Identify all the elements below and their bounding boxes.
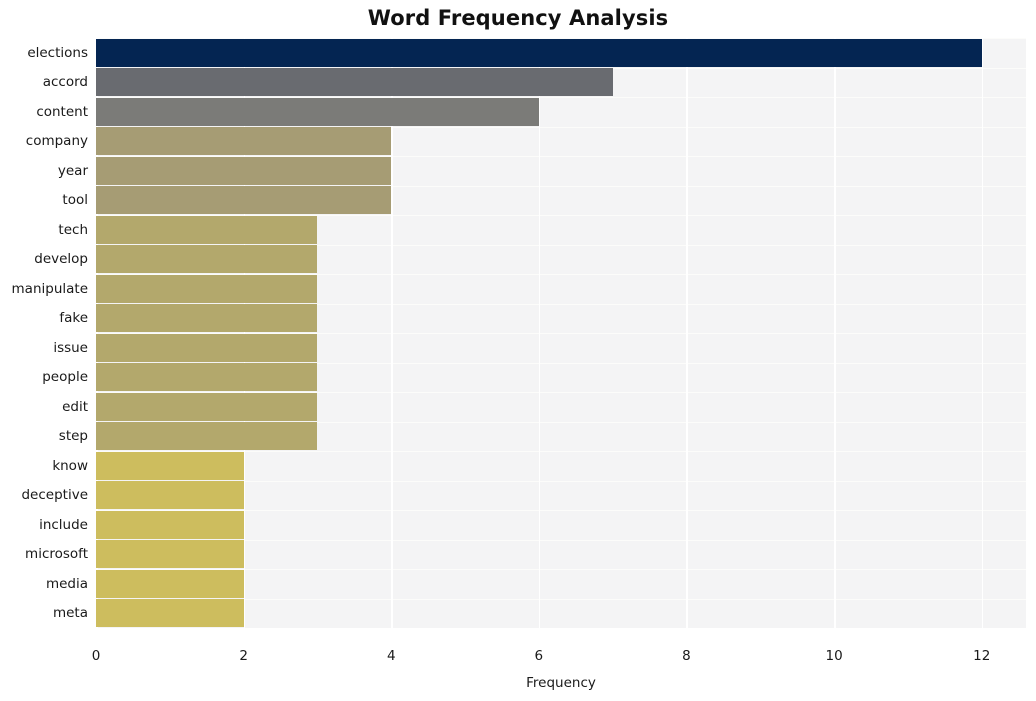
bar bbox=[96, 215, 318, 244]
y-axis-tick-label: fake bbox=[59, 310, 88, 327]
y-axis-tick-label: content bbox=[36, 103, 88, 120]
bar bbox=[96, 97, 539, 126]
bar bbox=[96, 451, 244, 480]
bar bbox=[96, 127, 392, 156]
x-axis-tick-label: 0 bbox=[91, 648, 101, 664]
bar bbox=[96, 363, 318, 392]
bar bbox=[96, 540, 244, 569]
bar bbox=[96, 245, 318, 274]
bar bbox=[96, 304, 318, 333]
gridline-vertical bbox=[834, 38, 836, 628]
bar bbox=[96, 274, 318, 303]
y-axis-tick-label: deceptive bbox=[21, 487, 88, 504]
plot-area bbox=[96, 38, 1026, 628]
bar bbox=[96, 510, 244, 539]
y-axis-tick-label: issue bbox=[53, 339, 88, 356]
bar bbox=[96, 68, 613, 97]
bar bbox=[96, 422, 318, 451]
x-axis-tick-label: 6 bbox=[534, 648, 544, 664]
bar bbox=[96, 392, 318, 421]
x-axis-title: Frequency bbox=[526, 675, 596, 691]
gridline-vertical bbox=[538, 38, 541, 628]
gridline-vertical bbox=[391, 38, 393, 628]
gridline-vertical bbox=[981, 38, 984, 628]
chart-title: Word Frequency Analysis bbox=[367, 6, 669, 30]
y-axis-tick-label: elections bbox=[27, 44, 88, 61]
bar bbox=[96, 569, 244, 598]
x-axis-tick-label: 4 bbox=[386, 648, 396, 664]
chart-figure: Word Frequency Analysis elections accord c… bbox=[0, 0, 1036, 701]
y-axis-tick-label: tool bbox=[62, 192, 88, 209]
y-axis-tick-label: step bbox=[58, 428, 88, 445]
y-axis-tick-label: accord bbox=[42, 74, 88, 91]
bar bbox=[96, 156, 392, 185]
y-axis-tick-label: include bbox=[39, 516, 88, 533]
y-axis-tick-label: year bbox=[57, 162, 88, 179]
x-axis-tick-label: 8 bbox=[682, 648, 691, 664]
y-axis-tick-label: people bbox=[42, 369, 88, 386]
y-axis-labels: elections accord content company year tool tec… bbox=[0, 38, 88, 628]
y-axis-tick-label: meta bbox=[52, 605, 88, 622]
bar bbox=[96, 333, 318, 362]
y-axis-tick-label: edit bbox=[62, 398, 88, 415]
y-axis-tick-label: company bbox=[25, 133, 88, 150]
bar bbox=[96, 186, 392, 215]
y-axis-tick-label: manipulate bbox=[11, 280, 88, 297]
x-axis-tick-label: 12 bbox=[973, 648, 991, 664]
gridline-vertical bbox=[686, 38, 689, 628]
y-axis-tick-label: microsoft bbox=[25, 546, 88, 563]
y-axis-tick-label: develop bbox=[34, 251, 88, 268]
bar bbox=[96, 38, 982, 67]
x-axis-tick-label: 2 bbox=[239, 648, 248, 664]
y-axis-tick-label: tech bbox=[58, 221, 88, 238]
bar bbox=[96, 481, 244, 510]
x-axis-tick-label: 10 bbox=[825, 648, 843, 664]
y-axis-tick-label: media bbox=[45, 575, 88, 592]
bar bbox=[96, 599, 244, 628]
y-axis-tick-label: know bbox=[52, 457, 88, 474]
